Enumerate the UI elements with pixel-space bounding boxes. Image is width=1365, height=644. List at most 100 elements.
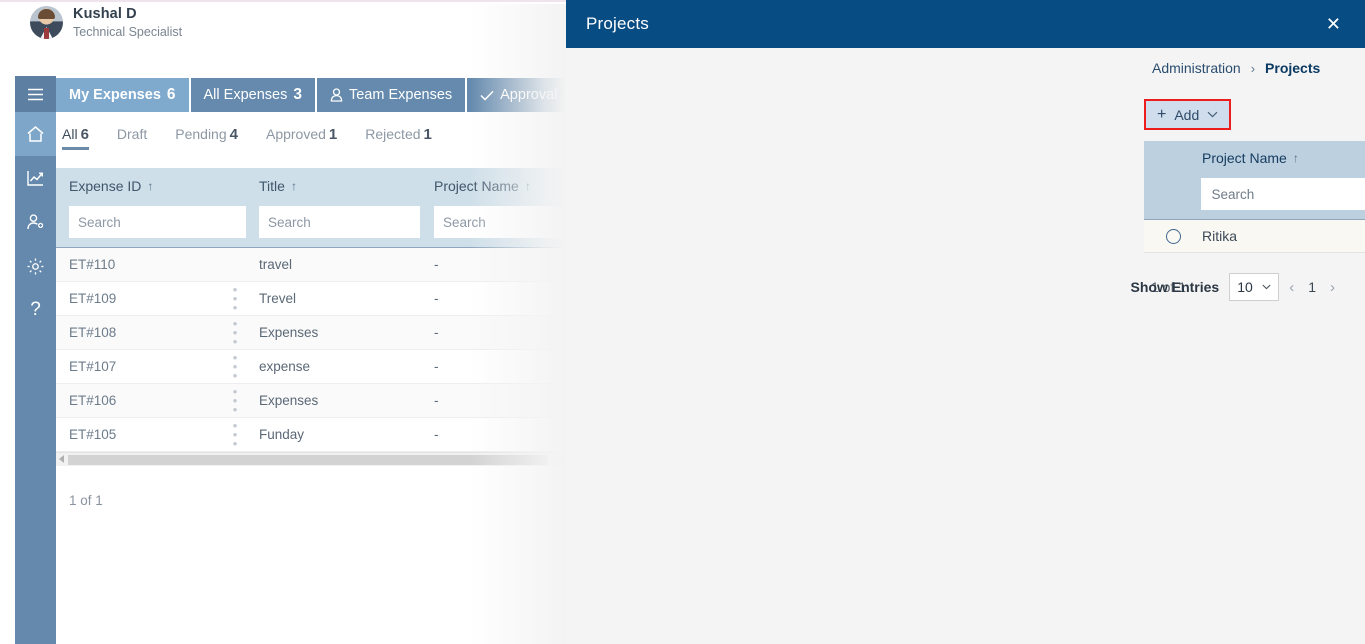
column-header-expense-id-label: Expense ID [69, 177, 142, 194]
filter-title-input[interactable] [259, 206, 420, 238]
cell-project-name: - [434, 257, 439, 272]
table-row[interactable]: ET#105 • • • Funday - [56, 418, 566, 452]
table-row[interactable]: Ritika ••• Kushal D XYZ 10000 [1144, 219, 1365, 253]
check-icon [480, 90, 494, 101]
subtab-approved-count: 1 [328, 126, 338, 143]
subtab-approved[interactable]: Approved 1 [266, 126, 337, 150]
pagination: Show Entries 10 ‹ 1 › [1131, 273, 1335, 301]
chevron-down-icon [1262, 284, 1271, 290]
sidebar-item-analytics[interactable] [15, 156, 56, 200]
user-bar: Kushal D Technical Specialist [0, 2, 566, 54]
sidebar-item-users[interactable] [15, 200, 56, 244]
avatar[interactable] [30, 6, 63, 39]
add-button-label: Add [1174, 106, 1200, 123]
sort-asc-icon: ↑ [524, 178, 531, 193]
subtab-pending-label: Pending [175, 126, 227, 142]
page-size-value: 10 [1237, 279, 1253, 295]
tab-approval[interactable]: Approval 9 [467, 78, 566, 112]
breadcrumb-administration[interactable]: Administration [1152, 60, 1241, 76]
row-menu-icon[interactable]: • • • [229, 283, 241, 314]
expenses-filter-row [56, 203, 566, 247]
scroll-left-arrow-icon[interactable] [59, 455, 64, 463]
row-select-radio[interactable] [1165, 228, 1181, 244]
table-row[interactable]: ET#106 • • • Expenses - [56, 384, 566, 418]
prev-page-button[interactable]: ‹ [1289, 279, 1294, 296]
column-header-project-name-label: Project Name [434, 177, 519, 194]
sort-asc-icon: ↑ [147, 178, 154, 193]
table-row[interactable]: ET#109 • • • Trevel - [56, 282, 566, 316]
cell-project-name: Ritika [1202, 228, 1238, 244]
sidebar-item-help[interactable]: ? [15, 288, 56, 332]
column-header-project-name[interactable]: Project Name ↑ [1202, 150, 1365, 166]
expenses-table-body: ET#110 travel - ET#109 • • • Trevel - ET#1… [56, 247, 566, 452]
help-question-icon: ? [30, 299, 41, 320]
expense-tabs: My Expenses 6 All Expenses 3 Team Expens… [56, 78, 566, 112]
current-page[interactable]: 1 [1308, 279, 1316, 295]
sort-asc-icon: ↑ [290, 178, 297, 193]
sidebar: ? [15, 76, 56, 644]
subtab-pending[interactable]: Pending 4 [175, 126, 238, 150]
horizontal-scrollbar[interactable] [56, 452, 566, 466]
projects-table-header: Project Name ↑ Project Manager ↑ Descrip… [1144, 141, 1365, 175]
cell-expense-id: ET#110 [69, 257, 116, 272]
breadcrumb: Administration › Projects [1152, 60, 1320, 76]
sidebar-item-home[interactable] [15, 112, 56, 156]
row-menu-icon[interactable]: • • • [229, 317, 241, 348]
cell-title: travel [259, 257, 293, 272]
column-header-expense-id[interactable]: Expense ID ↑ [56, 178, 246, 194]
subtab-draft[interactable]: Draft [117, 126, 147, 149]
add-user-icon [27, 214, 44, 230]
user-role: Technical Specialist [73, 25, 183, 39]
tab-my-expenses[interactable]: My Expenses 6 [56, 78, 189, 112]
subtab-all-count: 6 [80, 126, 89, 143]
scrollbar-thumb[interactable] [68, 455, 548, 465]
plus-icon: + [1157, 105, 1167, 123]
cell-expense-id: ET#106 [69, 393, 117, 408]
dialog-header: Projects ✕ [566, 0, 1365, 48]
cell-expense-id: ET#107 [69, 359, 117, 374]
subtab-rejected-label: Rejected [365, 126, 421, 142]
column-header-title-label: Title [259, 177, 285, 194]
subtab-all[interactable]: All 6 [62, 126, 89, 150]
expenses-count-label: 1 of 1 [69, 493, 103, 508]
cell-expense-id: ET#108 [69, 325, 117, 340]
tab-approval-label: Approval [500, 87, 558, 103]
expenses-table-header: Expense ID ↑ Title ↑ Project Name ↑ [56, 168, 566, 203]
tab-all-expenses[interactable]: All Expenses 3 [190, 78, 315, 112]
tab-team-expenses[interactable]: Team Expenses [316, 78, 466, 112]
filter-expense-id-input[interactable] [69, 206, 246, 238]
table-row[interactable]: ET#107 • • • expense - [56, 350, 566, 384]
next-page-button[interactable]: › [1330, 279, 1335, 296]
add-button[interactable]: + Add [1146, 101, 1230, 128]
tab-all-expenses-count: 3 [293, 86, 302, 103]
screen-root: Kushal D Technical Specialist ? My Expen… [0, 0, 1365, 644]
subtab-draft-label: Draft [116, 126, 148, 142]
close-icon[interactable]: ✕ [1320, 11, 1347, 37]
sidebar-item-settings[interactable] [15, 244, 56, 288]
column-header-project-name[interactable]: Project Name ↑ [421, 178, 566, 194]
dialog-title: Projects [586, 14, 650, 33]
table-row[interactable]: ET#108 • • • Expenses - [56, 316, 566, 350]
table-row[interactable]: ET#110 travel - [56, 248, 566, 282]
page-size-select[interactable]: 10 [1229, 273, 1280, 301]
projects-table: Project Name ↑ Project Manager ↑ Descrip… [1144, 141, 1365, 253]
filter-project-name-input[interactable] [1201, 178, 1365, 210]
chevron-right-icon: › [1250, 60, 1256, 76]
sort-asc-icon: ↑ [1292, 151, 1299, 165]
analytics-chart-icon [27, 171, 43, 186]
row-menu-icon[interactable]: • • • [229, 351, 241, 382]
expenses-table: Expense ID ↑ Title ↑ Project Name ↑ Sear… [56, 168, 566, 452]
column-header-project-name-label: Project Name [1202, 150, 1287, 166]
row-menu-icon[interactable]: • • • [229, 419, 241, 450]
row-menu-icon[interactable]: • • • [229, 385, 241, 416]
subtab-rejected[interactable]: Rejected 1 [365, 126, 432, 150]
add-button-highlight: + Add [1144, 99, 1232, 130]
breadcrumb-projects[interactable]: Projects [1265, 60, 1320, 76]
chevron-down-icon [1207, 111, 1218, 118]
filter-project-name-input[interactable] [434, 206, 566, 238]
cell-project-name: - [434, 427, 439, 442]
cell-title: Trevel [259, 291, 297, 306]
sidebar-item-menu[interactable] [15, 76, 56, 112]
cell-title: expense [259, 359, 311, 374]
column-header-title[interactable]: Title ↑ [246, 178, 421, 194]
